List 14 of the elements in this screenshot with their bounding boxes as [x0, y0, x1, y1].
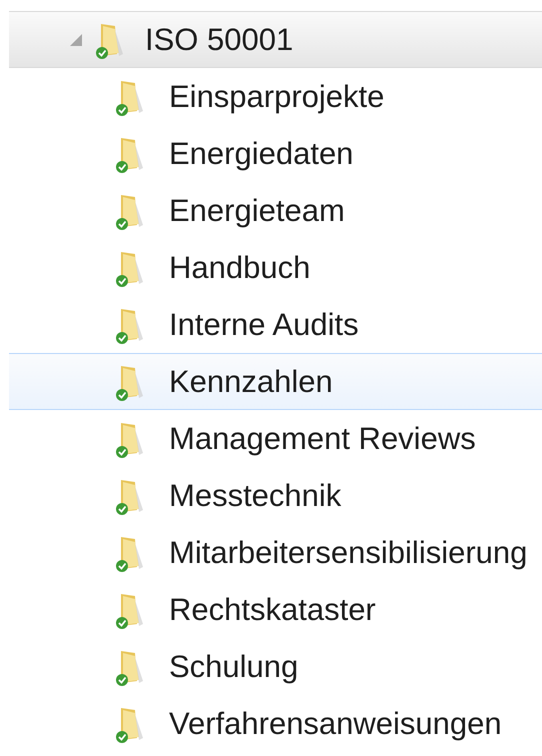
tree-item[interactable]: Einsparprojekte	[169, 78, 384, 114]
tree-item[interactable]: Rechtskataster	[169, 592, 376, 628]
tree-item[interactable]: Messtechnik	[169, 478, 342, 514]
tree-item[interactable]: Handbuch	[169, 250, 310, 286]
tree-item[interactable]: Interne Audits	[169, 306, 359, 342]
tree-item[interactable]: Schulung	[169, 648, 298, 684]
tree-item[interactable]: Management Reviews	[169, 420, 476, 456]
tree-item[interactable]: ISO 50001	[145, 22, 294, 58]
tree-item[interactable]: Verfahrensanweisungen	[169, 706, 502, 742]
tree-item[interactable]: Kennzahlen	[169, 364, 333, 400]
expand-arrow-icon[interactable]	[69, 32, 83, 46]
tree-item[interactable]: Energieteam	[169, 192, 345, 228]
tree-item[interactable]: Energiedaten	[169, 136, 354, 172]
tree-item[interactable]: Mitarbeitersensibilisierung	[169, 534, 528, 570]
